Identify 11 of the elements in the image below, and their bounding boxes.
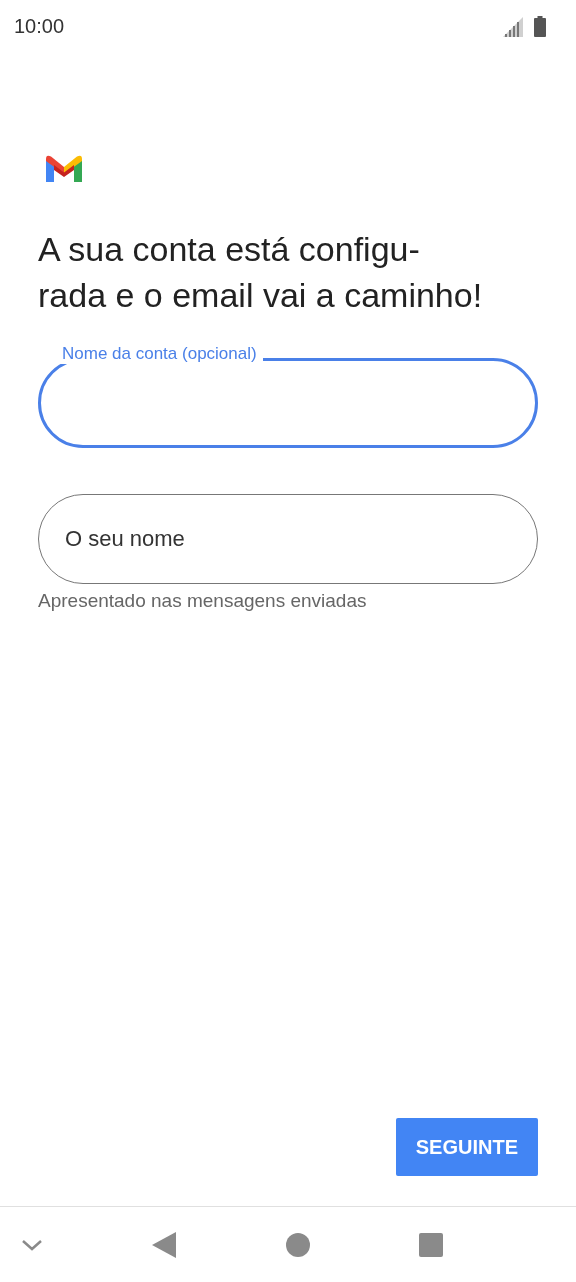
helper-text: Apresentado nas mensagens enviadas — [38, 590, 368, 612]
battery-icon — [534, 16, 546, 37]
recents-icon[interactable] — [419, 1232, 443, 1257]
chevron-down-icon[interactable] — [21, 1238, 43, 1251]
status-time: 10:00 — [14, 15, 65, 38]
next-button[interactable]: SEGUINTE — [395, 1118, 538, 1176]
signal-icon — [503, 16, 525, 37]
heading: A sua conta está configu- rada e o email vai a caminho! — [38, 229, 484, 316]
back-icon[interactable] — [152, 1231, 177, 1258]
home-icon[interactable] — [285, 1232, 310, 1257]
mail-logo-icon — [46, 155, 82, 182]
